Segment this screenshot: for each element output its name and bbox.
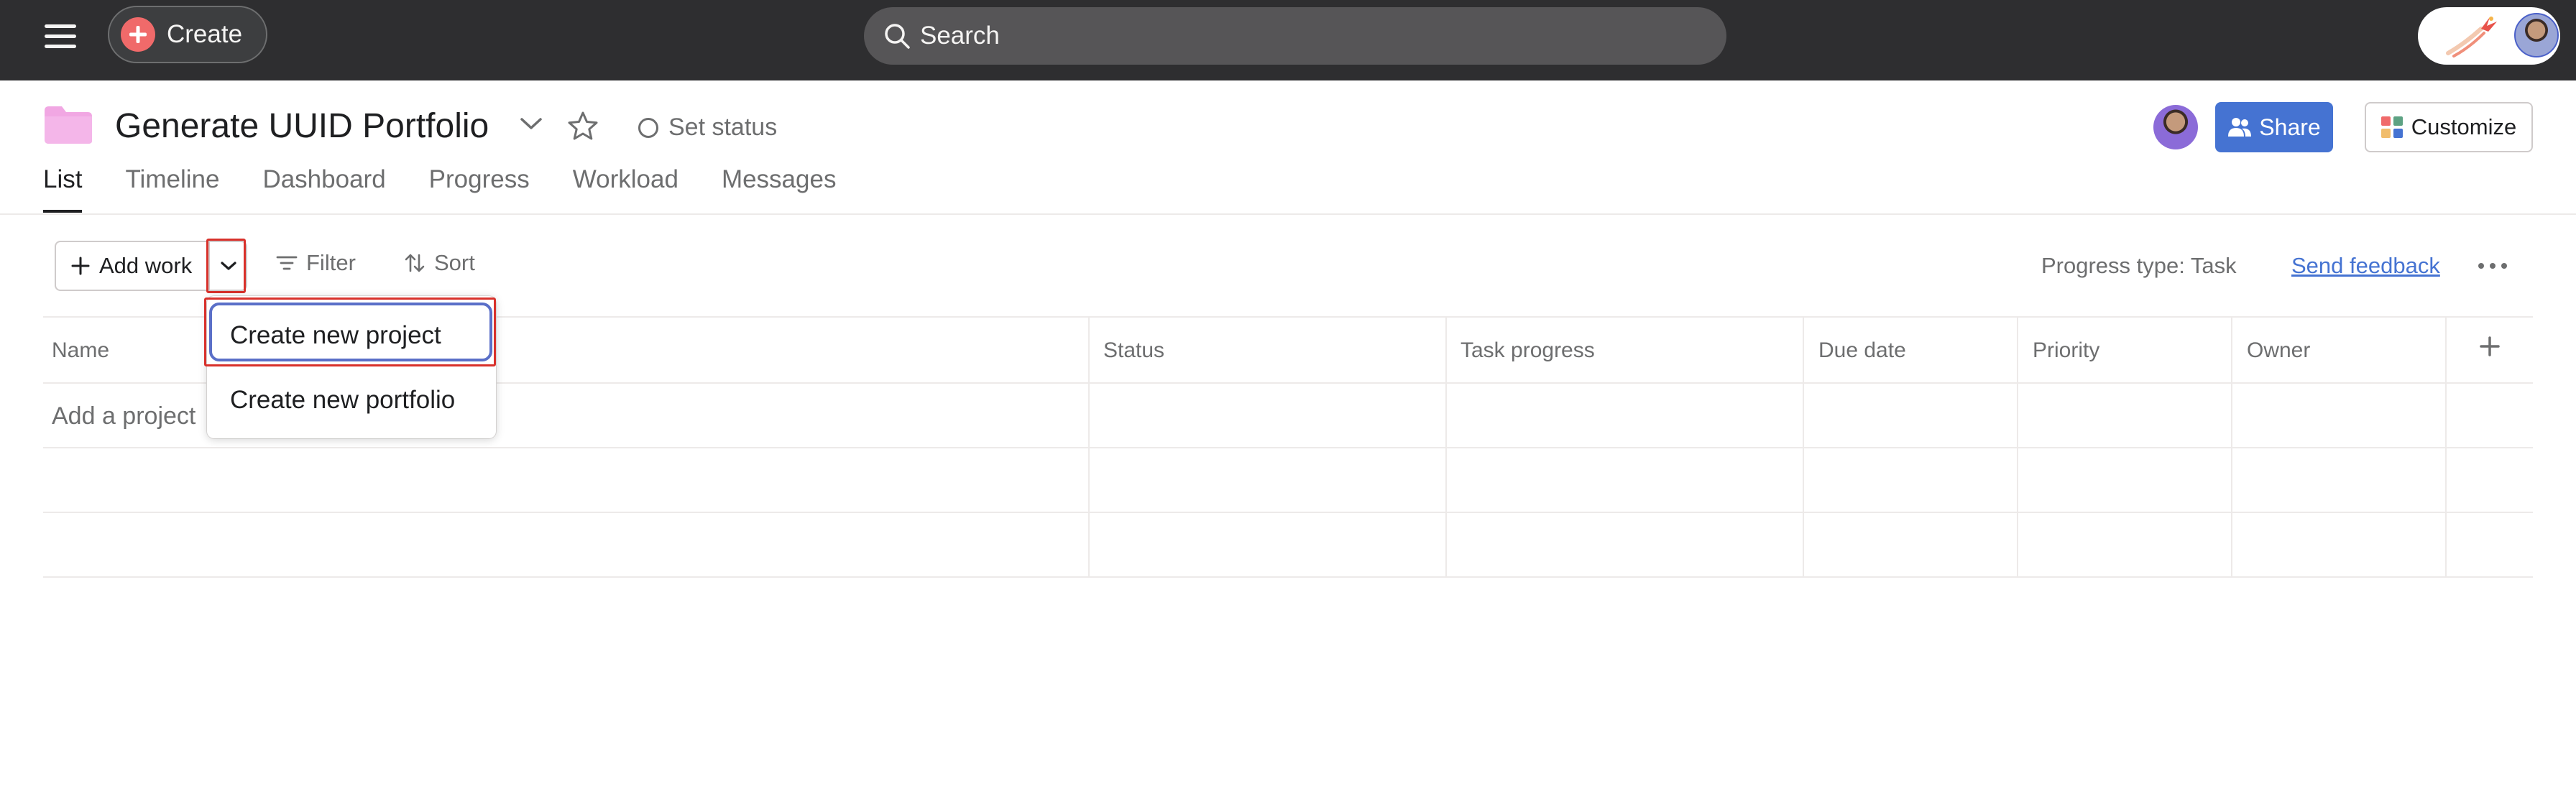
add-work-dropdown-toggle[interactable] (208, 241, 247, 291)
tab-messages[interactable]: Messages (722, 165, 837, 213)
celebration-bird-icon (2446, 17, 2497, 57)
search-bar[interactable]: Search (864, 7, 1726, 65)
set-status-label: Set status (668, 114, 778, 141)
star-icon[interactable] (566, 110, 599, 143)
sort-button[interactable]: Sort (404, 250, 475, 276)
hamburger-menu-icon[interactable] (45, 22, 78, 50)
search-placeholder: Search (920, 22, 1000, 50)
add-work-button[interactable]: Add work (56, 242, 208, 290)
column-header-priority[interactable]: Priority (2033, 318, 2099, 384)
create-button-label: Create (167, 20, 243, 48)
send-feedback-link[interactable]: Send feedback (2291, 253, 2440, 279)
people-icon (2228, 118, 2252, 137)
tab-workload[interactable]: Workload (573, 165, 678, 213)
more-options-icon[interactable] (2478, 263, 2507, 269)
menu-item-create-new-project[interactable]: Create new project (207, 303, 496, 368)
account-area[interactable] (2418, 7, 2560, 65)
tab-dashboard[interactable]: Dashboard (262, 165, 385, 213)
create-button[interactable]: Create (108, 6, 267, 63)
row-divider (43, 576, 2533, 578)
column-header-name[interactable]: Name (52, 318, 109, 384)
progress-type-selector[interactable]: Progress type: Task (2041, 253, 2237, 279)
column-header-status[interactable]: Status (1103, 318, 1164, 384)
column-header-task-progress[interactable]: Task progress (1460, 318, 1595, 384)
customize-label: Customize (2411, 114, 2517, 139)
customize-button[interactable]: Customize (2365, 102, 2533, 152)
filter-button[interactable]: Filter (276, 250, 356, 276)
column-header-owner[interactable]: Owner (2247, 318, 2310, 384)
tab-timeline[interactable]: Timeline (125, 165, 219, 213)
row-divider (43, 512, 2533, 513)
chevron-down-icon[interactable] (519, 115, 543, 132)
top-navigation-bar: Create Search (0, 0, 2576, 80)
menu-item-create-new-portfolio[interactable]: Create new portfolio (207, 368, 496, 433)
view-tabs: List Timeline Dashboard Progress Workloa… (43, 165, 879, 213)
sort-label: Sort (434, 250, 475, 275)
column-header-due-date[interactable]: Due date (1818, 318, 1906, 384)
add-work-split-button: Add work (55, 241, 247, 291)
sort-icon (405, 254, 425, 272)
add-project-input[interactable]: Add a project (52, 402, 196, 430)
filter-label: Filter (306, 250, 356, 275)
user-avatar[interactable] (2514, 13, 2559, 57)
add-column-icon[interactable] (2478, 335, 2501, 358)
search-icon (885, 24, 910, 49)
filter-icon (276, 256, 298, 270)
add-work-dropdown-menu: Create new project Create new portfolio (207, 296, 496, 438)
share-button[interactable]: Share (2215, 102, 2333, 152)
tab-progress[interactable]: Progress (429, 165, 530, 213)
add-work-label: Add work (99, 253, 193, 278)
set-status-button[interactable]: Set status (638, 114, 777, 142)
plus-icon (121, 17, 155, 52)
portfolio-folder-icon (45, 106, 92, 144)
customize-grid-icon (2380, 116, 2403, 138)
plus-icon (71, 257, 90, 275)
row-divider (43, 447, 2533, 448)
chevron-down-icon (221, 262, 236, 270)
tabs-divider (0, 213, 2576, 215)
member-avatar[interactable] (2153, 105, 2198, 149)
share-label: Share (2259, 114, 2321, 140)
tab-list[interactable]: List (43, 165, 83, 213)
status-circle-icon (638, 117, 658, 138)
portfolio-title[interactable]: Generate UUID Portfolio (115, 106, 489, 146)
